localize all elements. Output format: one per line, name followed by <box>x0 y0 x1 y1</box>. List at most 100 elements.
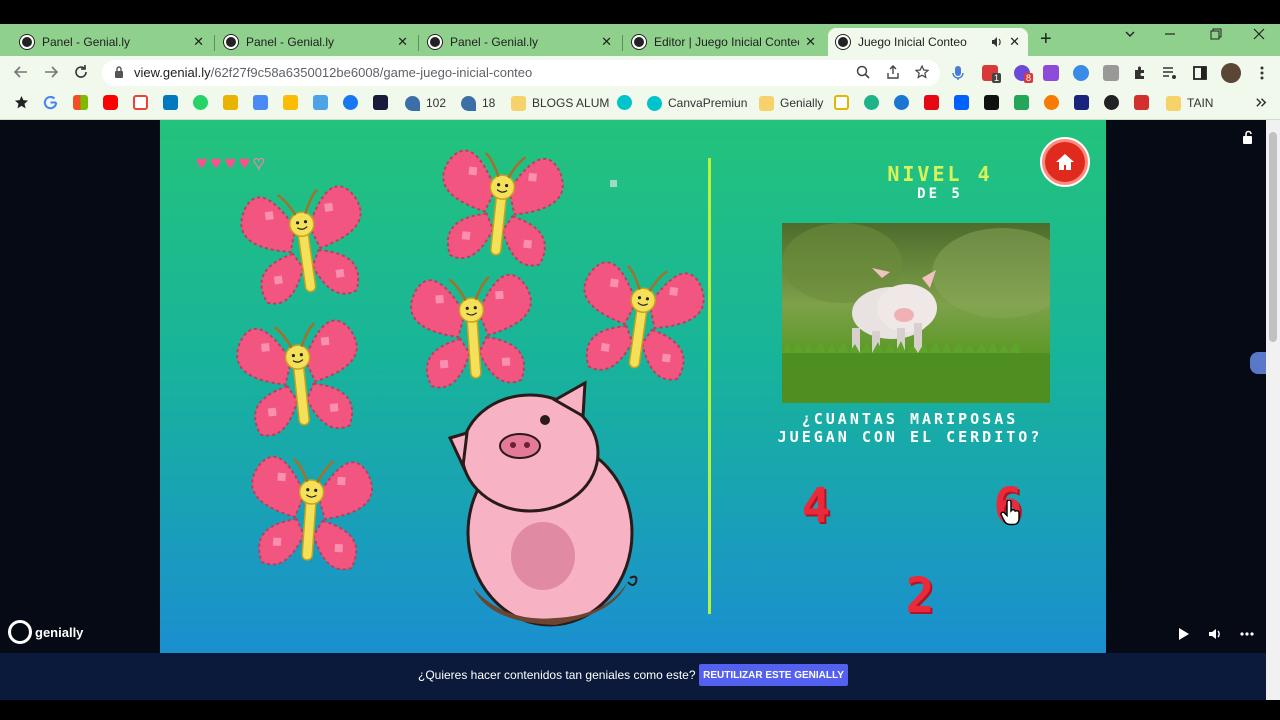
new-tab-button[interactable]: + <box>1040 28 1052 51</box>
speaker-icon[interactable] <box>991 36 1003 48</box>
side-panel-icon[interactable] <box>1192 65 1208 81</box>
folder-icon <box>759 95 774 111</box>
scrollbar-thumb[interactable] <box>1269 132 1277 342</box>
mic-floating-icon[interactable] <box>1250 352 1266 374</box>
genially-g-icon <box>8 620 32 644</box>
google-forms-bookmark-icon[interactable] <box>283 95 298 110</box>
more-bookmarks-chevron-icon[interactable] <box>1254 95 1269 110</box>
app-bookmark-icon[interactable] <box>1044 95 1059 110</box>
globe-bookmark-icon[interactable] <box>1104 95 1119 110</box>
tab-close-icon[interactable]: ✕ <box>805 34 816 50</box>
restore-icon[interactable] <box>1210 28 1222 40</box>
genially-favicon-icon <box>632 35 646 49</box>
tab-juego-active[interactable]: Juego Inicial Conteo ✕ <box>828 28 1028 56</box>
tab-panel-3[interactable]: Panel - Genial.ly ✕ <box>420 28 620 56</box>
volume-icon[interactable] <box>1208 627 1222 641</box>
tab-separator <box>418 35 419 51</box>
hand-cursor-icon <box>1000 500 1020 526</box>
tab-panel-2[interactable]: Panel - Genial.ly ✕ <box>216 28 416 56</box>
gear-extension-badge: 8 <box>1024 73 1034 83</box>
translate-bookmark-icon[interactable] <box>253 95 268 110</box>
url-path: /62f27f9c58a6350012be6008/game-juego-ini… <box>210 65 533 80</box>
lock-icon[interactable] <box>114 66 124 78</box>
bookmark-102[interactable]: 102 <box>405 95 446 111</box>
font-bookmark-icon[interactable] <box>984 95 999 110</box>
bookmark-label: TAIN <box>1187 96 1214 110</box>
youtube-bookmark-icon[interactable] <box>103 95 118 110</box>
bookmark-18[interactable]: 18 <box>461 95 495 111</box>
question-line-2: JUEGAN CON EL CERDITO? <box>777 428 1043 446</box>
google-bookmark-icon[interactable] <box>43 95 58 110</box>
bookmark-genially[interactable]: Genially <box>759 95 823 111</box>
zoom-icon[interactable] <box>856 65 870 79</box>
genially-favicon-icon <box>428 35 442 49</box>
minimize-icon[interactable] <box>1164 28 1176 40</box>
more-options-icon[interactable] <box>1240 627 1254 641</box>
tab-close-icon[interactable]: ✕ <box>1009 34 1020 50</box>
drop-bookmark-icon <box>405 95 420 111</box>
trello-bookmark-icon[interactable] <box>163 95 178 110</box>
genially-logo[interactable]: genially <box>8 620 83 644</box>
bp-bookmark-icon[interactable] <box>1074 95 1089 110</box>
heart-filled-icon: ♥ <box>224 153 236 174</box>
shield-bookmark-icon[interactable] <box>373 95 388 110</box>
bookmark-tain[interactable]: TAIN <box>1166 95 1213 111</box>
tab-editor[interactable]: Editor | Juego Inicial Conteo ✕ <box>624 28 824 56</box>
tab-close-icon[interactable]: ✕ <box>397 34 408 50</box>
app-bookmark-icon[interactable] <box>1014 95 1029 110</box>
home-button[interactable] <box>1042 139 1088 185</box>
genially-favicon-icon <box>836 35 850 49</box>
dropbox-bookmark-icon[interactable] <box>954 95 969 110</box>
app-bookmark-icon[interactable] <box>1134 95 1149 110</box>
bookmark-canvapremiun[interactable]: CanvaPremiun <box>647 95 747 111</box>
bookmark-blogs-alum[interactable]: BLOGS ALUM <box>511 95 609 111</box>
fullscreen-toggle-icon[interactable] <box>1240 130 1256 146</box>
tab-search-chevron-icon[interactable] <box>1124 28 1136 40</box>
profile-avatar[interactable] <box>1221 63 1241 83</box>
forward-icon[interactable] <box>43 64 59 80</box>
play-bookmark-icon[interactable] <box>894 95 909 110</box>
heart-filled-icon: ♥ <box>238 153 251 174</box>
address-bar[interactable]: view.genial.ly/62f27f9c58a6350012be6008/… <box>102 60 940 86</box>
bookmark-star-icon[interactable] <box>915 65 929 79</box>
tab-title: Panel - Genial.ly <box>246 35 335 49</box>
canva-bookmark-icon[interactable] <box>617 95 632 110</box>
scrollbar[interactable] <box>1266 120 1280 700</box>
facebook-bookmark-icon[interactable] <box>343 95 358 110</box>
tab-title: Panel - Genial.ly <box>450 35 539 49</box>
window-close-icon[interactable] <box>1253 28 1265 40</box>
question-line-1: ¿CUANTAS MARIPOSAS <box>801 410 1019 428</box>
star-bookmark-icon[interactable] <box>14 95 29 110</box>
share-icon[interactable] <box>886 65 900 79</box>
classroom-bookmark-icon[interactable] <box>223 95 238 110</box>
gmail-bookmark-icon[interactable] <box>133 95 148 110</box>
grey-extension-icon[interactable] <box>1103 65 1119 81</box>
microsoft-bookmark-icon[interactable] <box>73 95 88 110</box>
reuse-genially-button[interactable]: REUTILIZAR ESTE GENIALLY <box>699 664 848 686</box>
url-host: view.genial.ly <box>134 65 211 80</box>
tab-title: Editor | Juego Inicial Conteo <box>654 35 800 49</box>
play-icon[interactable] <box>1178 627 1190 641</box>
extensions-puzzle-icon[interactable] <box>1132 65 1148 81</box>
media-queue-icon[interactable] <box>1162 65 1178 81</box>
check-extension-icon[interactable] <box>1073 65 1089 81</box>
app-bookmark-icon[interactable] <box>864 95 879 110</box>
more-menu-icon[interactable] <box>1254 65 1270 81</box>
whatsapp-bookmark-icon[interactable] <box>193 95 208 110</box>
b-extension-icon[interactable] <box>1043 65 1059 81</box>
app-bookmark-icon[interactable] <box>834 95 849 110</box>
genially-favicon-icon <box>20 35 34 49</box>
mic-extension-icon[interactable] <box>950 65 966 81</box>
netflix-bookmark-icon[interactable] <box>924 95 939 110</box>
tab-close-icon[interactable]: ✕ <box>601 34 612 50</box>
reload-icon[interactable] <box>73 64 89 80</box>
answer-option-2[interactable]: 2 <box>890 568 950 624</box>
tab-separator <box>622 35 623 51</box>
app-bookmark-icon[interactable] <box>313 95 328 110</box>
lives-hearts: ♥ ♥ ♥ ♥ ♥ <box>196 153 265 174</box>
tab-close-icon[interactable]: ✕ <box>193 34 204 50</box>
tab-panel-1[interactable]: Panel - Genial.ly ✕ <box>12 28 212 56</box>
game-canvas: ♥ ♥ ♥ ♥ ♥ NIVEL 4 DE 5 ¿CUANTAS MARIPOSA… <box>160 120 1106 653</box>
back-icon[interactable] <box>13 64 29 80</box>
answer-option-4[interactable]: 4 <box>786 478 846 534</box>
